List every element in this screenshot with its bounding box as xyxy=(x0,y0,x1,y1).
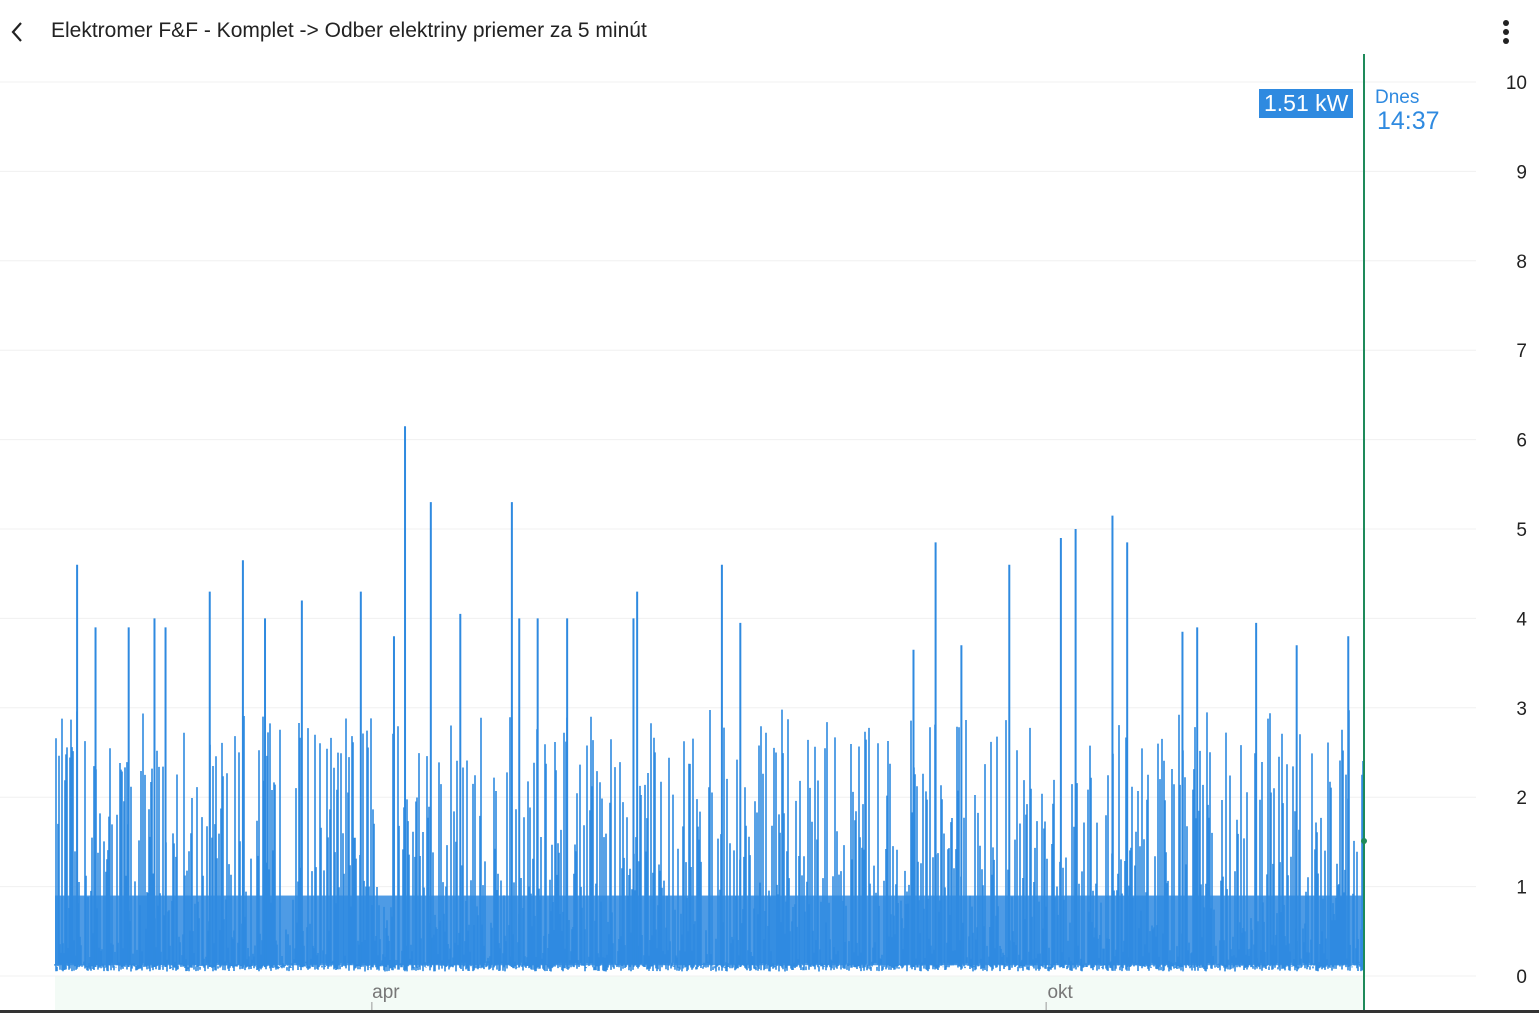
chevron-left-icon[interactable] xyxy=(6,18,28,46)
cursor-dot xyxy=(1361,838,1367,845)
y-tick-label: 7 xyxy=(1516,341,1527,362)
y-tick-label: 2 xyxy=(1516,788,1527,809)
power-chart[interactable]: 0 1 2 3 4 5 6 7 8 9 10 apr okt xyxy=(0,0,1539,1013)
cursor-time-label: 14:37 xyxy=(1377,107,1440,135)
series-dense-band xyxy=(55,895,1363,966)
more-vertical-icon[interactable] xyxy=(1494,18,1518,48)
x-tick-label: okt xyxy=(1047,982,1073,1003)
x-tick-label: apr xyxy=(372,982,400,1003)
page-title: Elektromer F&F - Komplet -> Odber elektr… xyxy=(51,19,647,42)
y-tick-label: 8 xyxy=(1516,252,1527,273)
y-tick-label: 4 xyxy=(1516,609,1527,630)
y-tick-label: 5 xyxy=(1516,520,1527,541)
y-tick-label: 3 xyxy=(1516,699,1527,720)
y-tick-label: 9 xyxy=(1516,162,1527,183)
x-axis-band xyxy=(55,976,1363,1010)
y-tick-label: 6 xyxy=(1516,431,1527,452)
y-tick-label: 0 xyxy=(1516,967,1527,988)
y-tick-label: 10 xyxy=(1506,73,1527,94)
header: Elektromer F&F - Komplet -> Odber elektr… xyxy=(0,0,1539,60)
current-value-badge: 1.51 kW xyxy=(1259,89,1354,118)
y-tick-label: 1 xyxy=(1516,878,1527,899)
cursor-day-label: Dnes xyxy=(1375,87,1420,108)
